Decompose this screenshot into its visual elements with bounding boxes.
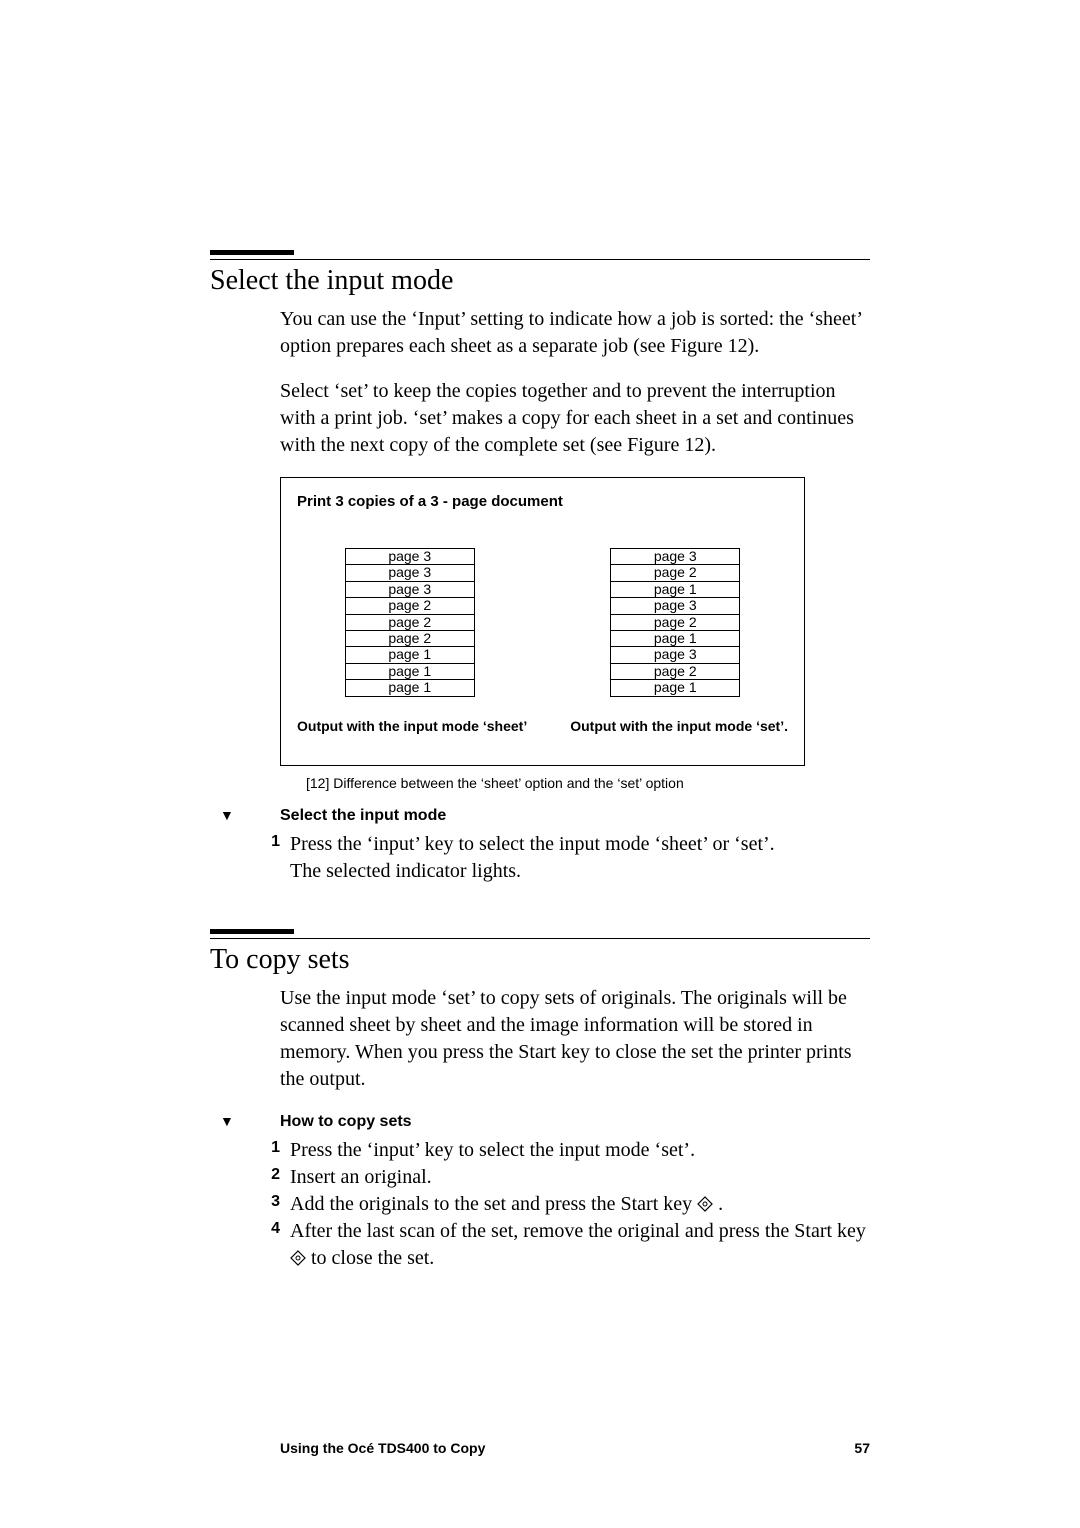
page-footer: Using the Océ TDS400 to Copy 57 [280, 1439, 870, 1458]
step-row: 1 Press the ‘input’ key to select the in… [238, 831, 870, 885]
figure-title: Print 3 copies of a 3 - page document [297, 492, 788, 512]
page-cell: page 2 [345, 597, 475, 613]
step-fragment: After the last scan of the set, remove t… [290, 1220, 866, 1242]
figure-column-captions: Output with the input mode ‘sheet’ Outpu… [297, 717, 788, 736]
step-fragment: Add the originals to the set and press t… [290, 1193, 697, 1215]
page-cell: page 1 [345, 663, 475, 679]
set-page-stack: page 3page 2page 1page 3page 2page 1page… [610, 548, 740, 697]
page-cell: page 1 [345, 646, 475, 662]
step-text: Press the ‘input’ key to select the inpu… [290, 831, 775, 885]
section-heading-input-mode: Select the input mode [210, 259, 870, 300]
page-cell: page 2 [610, 564, 740, 580]
page-cell: page 3 [610, 646, 740, 662]
step-text: Insert an original. [290, 1164, 432, 1191]
page-cell: page 3 [345, 581, 475, 597]
procedure-how-to-copy-sets: ▼ How to copy sets [220, 1111, 870, 1133]
page-cell: page 3 [345, 564, 475, 580]
footer-chapter: Using the Océ TDS400 to Copy [280, 1439, 485, 1458]
sheet-caption: Output with the input mode ‘sheet’ [297, 717, 527, 736]
section-marker [210, 929, 294, 934]
page-cell: page 1 [610, 630, 740, 646]
footer-page-number: 57 [854, 1439, 870, 1458]
procedure-heading: Select the input mode [280, 805, 446, 827]
page-cell: page 1 [610, 679, 740, 696]
procedure-arrow-icon: ▼ [220, 805, 280, 827]
step-number: 3 [238, 1191, 290, 1218]
step-fragment: . [713, 1193, 723, 1215]
sheet-mode-column: page 3page 3page 3page 2page 2page 2page… [297, 548, 523, 697]
step-text: Add the originals to the set and press t… [290, 1191, 723, 1218]
paragraph: You can use the ‘Input’ setting to indic… [280, 306, 870, 360]
start-key-icon [697, 1193, 713, 1215]
figure-12: Print 3 copies of a 3 - page document pa… [280, 477, 805, 767]
figure-caption: [12] Difference between the ‘sheet’ opti… [306, 774, 870, 793]
page-cell: page 2 [610, 663, 740, 679]
sheet-page-stack: page 3page 3page 3page 2page 2page 2page… [345, 548, 475, 697]
step-list: 1 Press the ‘input’ key to select the in… [238, 1137, 870, 1272]
step-text: After the last scan of the set, remove t… [290, 1218, 870, 1272]
figure-columns: page 3page 3page 3page 2page 2page 2page… [297, 548, 788, 697]
page-cell: page 2 [610, 614, 740, 630]
step-text: Press the ‘input’ key to select the inpu… [290, 1137, 695, 1164]
step-fragment: to close the set. [306, 1247, 434, 1269]
document-page: Select the input mode You can use the ‘I… [0, 0, 1080, 1528]
step-list: 1 Press the ‘input’ key to select the in… [238, 831, 870, 885]
step-row: 2 Insert an original. [238, 1164, 870, 1191]
procedure-select-input-mode: ▼ Select the input mode [220, 805, 870, 827]
procedure-arrow-icon: ▼ [220, 1111, 280, 1133]
page-cell: page 3 [345, 548, 475, 564]
step-row: 4 After the last scan of the set, remove… [238, 1218, 870, 1272]
procedure-heading: How to copy sets [280, 1111, 412, 1133]
page-cell: page 3 [610, 597, 740, 613]
page-cell: page 1 [610, 581, 740, 597]
paragraph: Select ‘set’ to keep the copies together… [280, 378, 870, 459]
paragraph: Use the input mode ‘set’ to copy sets of… [280, 985, 870, 1093]
step-number: 4 [238, 1218, 290, 1272]
step-row: 1 Press the ‘input’ key to select the in… [238, 1137, 870, 1164]
start-key-icon [290, 1247, 306, 1269]
step-number: 2 [238, 1164, 290, 1191]
step-number: 1 [238, 831, 290, 885]
step-number: 1 [238, 1137, 290, 1164]
page-cell: page 3 [610, 548, 740, 564]
section-marker [210, 250, 294, 255]
section-to-copy-sets: To copy sets Use the input mode ‘set’ to… [210, 929, 870, 1272]
step-line: Press the ‘input’ key to select the inpu… [290, 833, 775, 855]
page-cell: page 2 [345, 614, 475, 630]
step-row: 3 Add the originals to the set and press… [238, 1191, 870, 1218]
set-mode-column: page 3page 2page 1page 3page 2page 1page… [563, 548, 789, 697]
page-cell: page 2 [345, 630, 475, 646]
set-caption: Output with the input mode ‘set’. [570, 717, 788, 736]
step-line: The selected indicator lights. [290, 860, 521, 882]
section-heading-to-copy-sets: To copy sets [210, 938, 870, 979]
page-cell: page 1 [345, 679, 475, 696]
